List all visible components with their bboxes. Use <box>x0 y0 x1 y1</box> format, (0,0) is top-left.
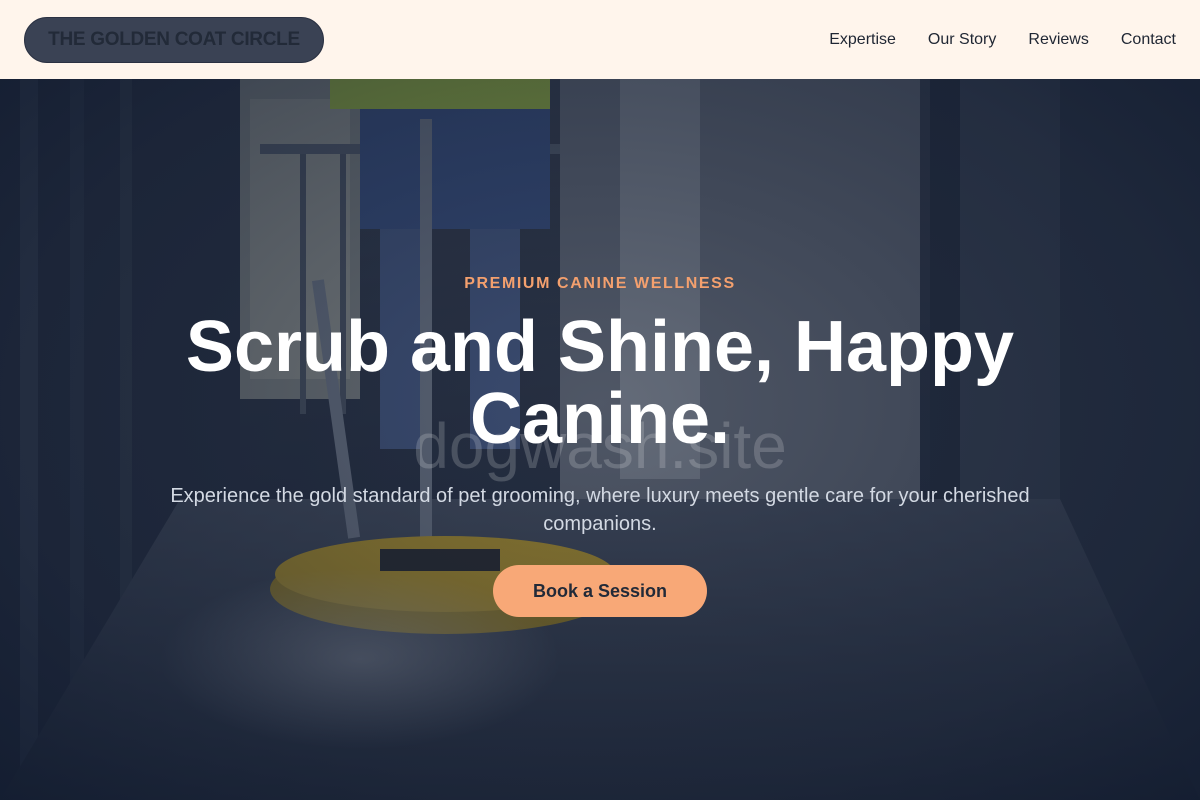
nav-link-reviews[interactable]: Reviews <box>1028 31 1088 49</box>
main-nav: Expertise Our Story Reviews Contact <box>829 31 1176 49</box>
site-header: THE GOLDEN COAT CIRCLE Expertise Our Sto… <box>0 0 1200 79</box>
book-session-button[interactable]: Book a Session <box>493 565 707 617</box>
logo-text: THE GOLDEN COAT CIRCLE <box>48 28 300 50</box>
logo-button[interactable]: THE GOLDEN COAT CIRCLE <box>24 16 324 63</box>
hero-eyebrow: PREMIUM CANINE WELLNESS <box>464 275 736 292</box>
hero-headline: Scrub and Shine, Happy Canine. <box>185 307 1015 459</box>
nav-link-our-story[interactable]: Our Story <box>928 31 996 49</box>
hero-subtext: Experience the gold standard of pet groo… <box>170 485 1030 535</box>
nav-link-contact[interactable]: Contact <box>1121 31 1176 49</box>
nav-link-expertise[interactable]: Expertise <box>829 31 896 49</box>
hero-section: dogwash.site PREMIUM CANINE WELLNESS Scr… <box>0 79 1200 800</box>
